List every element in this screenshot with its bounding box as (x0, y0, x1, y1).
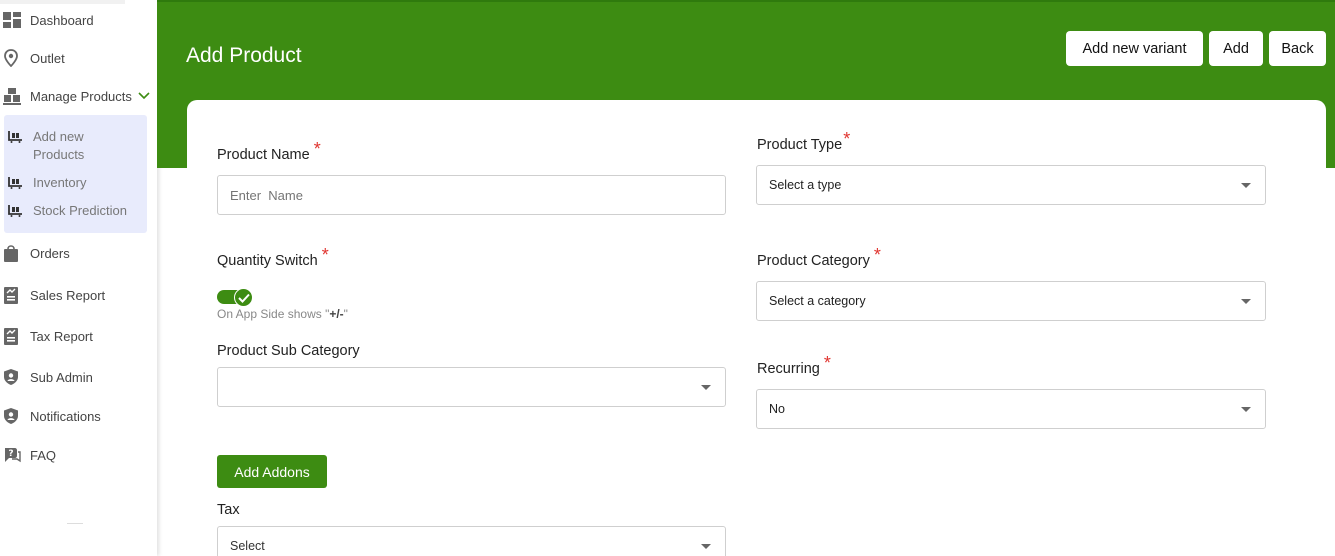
sidebar-item-label: Sub Admin (30, 369, 93, 385)
quantity-switch-toggle[interactable] (217, 288, 253, 307)
sidebar-item-outlet[interactable]: Outlet (0, 47, 65, 69)
submenu-item-stock-prediction[interactable]: Stock Prediction (4, 202, 127, 220)
hint-suffix: " (343, 307, 348, 321)
submenu-item-label: Inventory (33, 175, 87, 190)
sidebar-item-label: Notifications (30, 408, 101, 424)
sidebar-item-label: Sales Report (30, 287, 106, 303)
tax-label-text: Tax (217, 502, 240, 518)
product-type-value: Select a type (769, 178, 842, 192)
shopping-bag-icon (3, 244, 25, 262)
sidebar: Dashboard Outlet Manage Products Add new… (0, 0, 157, 556)
submenu-item-add-new-products[interactable]: Add new Products (4, 128, 103, 164)
product-category-value: Select a category (769, 294, 866, 308)
sidebar-item-label: Manage Products (30, 88, 132, 104)
add-addons-button[interactable]: Add Addons (217, 455, 327, 488)
product-category-label-text: Product Category (757, 253, 870, 269)
recurring-label: Recurring * (757, 353, 831, 378)
required-mark: * (313, 139, 321, 159)
recurring-value: No (769, 402, 785, 416)
tax-label: Tax (217, 502, 240, 518)
required-mark: * (321, 245, 329, 265)
submenu-item-label: Add new Products (33, 129, 85, 162)
caret-down-icon (701, 384, 711, 390)
quantity-switch-hint: On App Side shows "+/-" (217, 307, 348, 321)
shield-user-icon (3, 368, 25, 386)
report-icon (3, 286, 25, 304)
trolley-icon (8, 174, 26, 191)
required-mark: * (873, 245, 881, 265)
boxes-icon (3, 87, 25, 105)
trolley-icon (8, 202, 26, 219)
sidebar-item-dashboard[interactable]: Dashboard (0, 9, 94, 31)
sidebar-item-tax-report[interactable]: Tax Report (0, 325, 93, 347)
faq-icon: ? (3, 446, 25, 464)
sidebar-bottom-divider (67, 523, 83, 524)
sidebar-item-label: Tax Report (30, 328, 93, 344)
quantity-switch-label: Quantity Switch * (217, 245, 329, 270)
svg-text:?: ? (8, 449, 13, 459)
check-icon (234, 288, 253, 307)
product-type-label: Product Type* (757, 129, 850, 154)
manage-products-submenu: Add new Products Inventory Stock Predict… (4, 115, 147, 233)
sidebar-item-manage-products[interactable]: Manage Products (0, 85, 150, 107)
dashboard-icon (3, 11, 25, 29)
product-sub-category-select[interactable] (217, 367, 726, 407)
product-category-select[interactable]: Select a category (756, 281, 1266, 321)
required-mark: * (843, 129, 851, 149)
sidebar-item-sales-report[interactable]: Sales Report (0, 284, 105, 306)
caret-down-icon (1241, 406, 1251, 412)
sidebar-item-sub-admin[interactable]: Sub Admin (0, 366, 93, 388)
trolley-icon (8, 128, 26, 145)
back-button[interactable]: Back (1269, 31, 1326, 66)
sidebar-item-notifications[interactable]: Notifications (0, 405, 101, 427)
caret-down-icon (1241, 298, 1251, 304)
caret-down-icon (701, 543, 711, 549)
tax-select[interactable]: Select (217, 526, 726, 556)
location-pin-icon (3, 49, 25, 67)
tax-value: Select (230, 539, 265, 553)
chevron-down-icon (138, 89, 150, 103)
submenu-item-label: Stock Prediction (33, 203, 127, 218)
sidebar-item-orders[interactable]: Orders (0, 242, 70, 264)
sidebar-top-divider (0, 0, 125, 4)
submenu-item-inventory[interactable]: Inventory (4, 174, 86, 192)
hint-symbol: +/- (329, 307, 344, 321)
sidebar-item-label: Orders (30, 245, 70, 261)
sidebar-item-faq[interactable]: ? FAQ (0, 444, 56, 466)
product-name-label-text: Product Name (217, 147, 310, 163)
add-button[interactable]: Add (1209, 31, 1263, 66)
app: Dashboard Outlet Manage Products Add new… (0, 0, 1335, 556)
product-type-label-text: Product Type (757, 137, 843, 153)
page-title: Add Product (186, 44, 302, 67)
product-sub-category-label: Product Sub Category (217, 343, 360, 359)
required-mark: * (823, 353, 831, 373)
product-sub-category-label-text: Product Sub Category (217, 343, 360, 359)
product-name-input[interactable] (217, 175, 726, 215)
recurring-label-text: Recurring (757, 361, 820, 377)
product-name-label: Product Name * (217, 139, 321, 164)
shield-user-icon (3, 407, 25, 425)
add-new-variant-button[interactable]: Add new variant (1066, 31, 1203, 66)
sidebar-item-label: Outlet (30, 50, 65, 66)
product-type-select[interactable]: Select a type (756, 165, 1266, 205)
caret-down-icon (1241, 182, 1251, 188)
sidebar-item-label: FAQ (30, 447, 57, 463)
quantity-switch-label-text: Quantity Switch (217, 253, 318, 269)
recurring-select[interactable]: No (756, 389, 1266, 429)
sidebar-item-label: Dashboard (30, 12, 94, 28)
product-category-label: Product Category * (757, 245, 881, 270)
report-icon (3, 327, 25, 345)
hint-prefix: On App Side shows " (217, 307, 330, 321)
